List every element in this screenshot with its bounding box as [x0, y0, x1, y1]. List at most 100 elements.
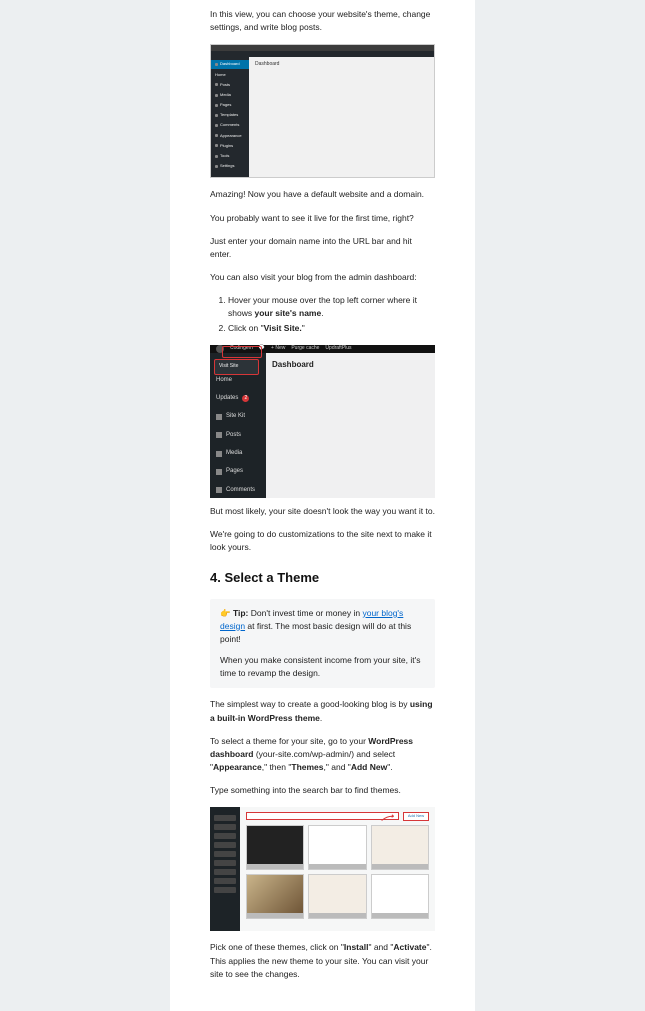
tip-label: Tip:: [233, 608, 248, 618]
bold: Appearance: [213, 762, 262, 772]
comments-icon: [216, 487, 222, 493]
arrow-annotation-icon: [379, 813, 397, 821]
sidebar-item-posts: Posts: [210, 428, 266, 443]
screenshot-themes: Add New: [210, 807, 435, 931]
dashboard-icon: [215, 63, 218, 66]
theme-thumbnail: [308, 825, 366, 870]
sidebar-item: Home: [211, 71, 249, 79]
sidebar-item: Tools: [211, 152, 249, 160]
sidebar-label: Pages: [220, 102, 231, 108]
wp-sidebar: [210, 807, 240, 931]
sidebar-item: [214, 842, 236, 848]
heading-select-theme: 4. Select a Theme: [210, 568, 435, 588]
pages-icon: [216, 469, 222, 475]
updates-badge: 2: [242, 395, 249, 402]
sidebar-item: [214, 887, 236, 893]
paragraph: We're going to do customizations to the …: [210, 528, 435, 554]
icon: [215, 144, 218, 147]
sidebar-item: [214, 860, 236, 866]
theme-search-input: [246, 812, 399, 820]
themes-grid: [246, 825, 429, 919]
paragraph: Type something into the search bar to fi…: [210, 784, 435, 797]
sidebar-item: Templates: [211, 111, 249, 119]
label: Updates: [216, 394, 238, 403]
tip-paragraph: When you make consistent income from you…: [220, 654, 425, 680]
media-icon: [216, 451, 222, 457]
themes-main: Add New: [240, 807, 435, 931]
text: " and ": [368, 942, 393, 952]
add-new-button: Add New: [403, 812, 429, 821]
text: ".: [387, 762, 392, 772]
label: Home: [216, 376, 232, 385]
sidebar-item: [214, 824, 236, 830]
icon: [215, 124, 218, 127]
paragraph: But most likely, your site doesn't look …: [210, 505, 435, 518]
text: ": [302, 323, 305, 333]
new-button: + New: [271, 345, 285, 353]
bold: Install: [344, 942, 369, 952]
sidebar-label: Tools: [220, 153, 229, 159]
pointer-icon: 👉: [220, 608, 231, 618]
wp-sidebar: Dashboard Home Posts Media Pages Templat…: [211, 57, 249, 177]
text: Don't invest time or money in: [248, 608, 362, 618]
sidebar-item: Settings: [211, 162, 249, 170]
article-body: In this view, you can choose your websit…: [170, 0, 475, 1011]
sidebar-item-media: Media: [210, 446, 266, 461]
icon: [215, 83, 218, 86]
sidebar-item-sitekit: Site Kit: [210, 409, 266, 424]
sidebar-item: [214, 878, 236, 884]
sidebar-label: Media: [220, 92, 231, 98]
sidebar-label: Templates: [220, 112, 238, 118]
purge-cache: Purge cache: [291, 345, 319, 353]
theme-thumbnail: [308, 874, 366, 919]
theme-thumbnail: [246, 874, 304, 919]
text: Click on ": [228, 323, 264, 333]
screenshot-visit-site: Codingem 💬 + New Purge cache UpdraftPlus…: [210, 345, 435, 472]
sidebar-label: Comments: [220, 122, 239, 128]
label: Media: [226, 449, 242, 458]
dashboard-body: Dashboard Home Posts Media Pages Templat…: [211, 57, 434, 177]
paragraph: Amazing! Now you have a default website …: [210, 188, 435, 201]
icon: [215, 134, 218, 137]
wp-admin-bar: Codingem 💬 + New Purge cache UpdraftPlus: [210, 345, 435, 353]
paragraph: To select a theme for your site, go to y…: [210, 735, 435, 775]
sidebar-item: [214, 869, 236, 875]
themes-topbar: Add New: [246, 811, 429, 821]
text: ," then ": [262, 762, 292, 772]
text: at first. The most basic design will do …: [220, 621, 411, 644]
paragraph: The simplest way to create a good-lookin…: [210, 698, 435, 724]
bold: Add New: [351, 762, 387, 772]
sidebar-label: Plugins: [220, 143, 233, 149]
visit-site-submenu: Visit Site: [214, 359, 259, 375]
paragraph: Just enter your domain name into the URL…: [210, 235, 435, 261]
list-item: Hover your mouse over the top left corne…: [228, 294, 435, 320]
text: To select a theme for your site, go to y…: [210, 736, 368, 746]
label: Pages: [226, 467, 243, 476]
bold: Visit Site.: [264, 323, 302, 333]
label: Comments: [226, 486, 255, 495]
sidebar-item: Plugins: [211, 142, 249, 150]
sidebar-label: Settings: [220, 163, 234, 169]
sidebar-label: Dashboard: [220, 61, 240, 67]
icon: [215, 165, 218, 168]
bold: your site's name: [254, 308, 321, 318]
sidebar-item: Comments: [211, 121, 249, 129]
paragraph: Pick one of these themes, click on "Inst…: [210, 941, 435, 981]
text: The simplest way to create a good-lookin…: [210, 699, 410, 709]
sidebar-item-home: Home: [210, 373, 266, 388]
dashboard-heading: Dashboard: [266, 353, 435, 498]
paragraph: You probably want to see it live for the…: [210, 212, 435, 225]
sidebar-label: Posts: [220, 82, 230, 88]
sidebar-item: [214, 833, 236, 839]
sidebar-item-dashboard: Dashboard: [211, 60, 249, 68]
paragraph: You can also visit your blog from the ad…: [210, 271, 435, 284]
bold: Activate: [393, 942, 426, 952]
sidebar-item: Media: [211, 91, 249, 99]
theme-thumbnail: [246, 825, 304, 870]
icon: [215, 114, 218, 117]
icon: [215, 104, 218, 107]
text: ," and ": [324, 762, 351, 772]
sidebar-item: Pages: [211, 101, 249, 109]
dashboard-main: Dashboard: [249, 57, 434, 177]
label: Site Kit: [226, 412, 245, 421]
